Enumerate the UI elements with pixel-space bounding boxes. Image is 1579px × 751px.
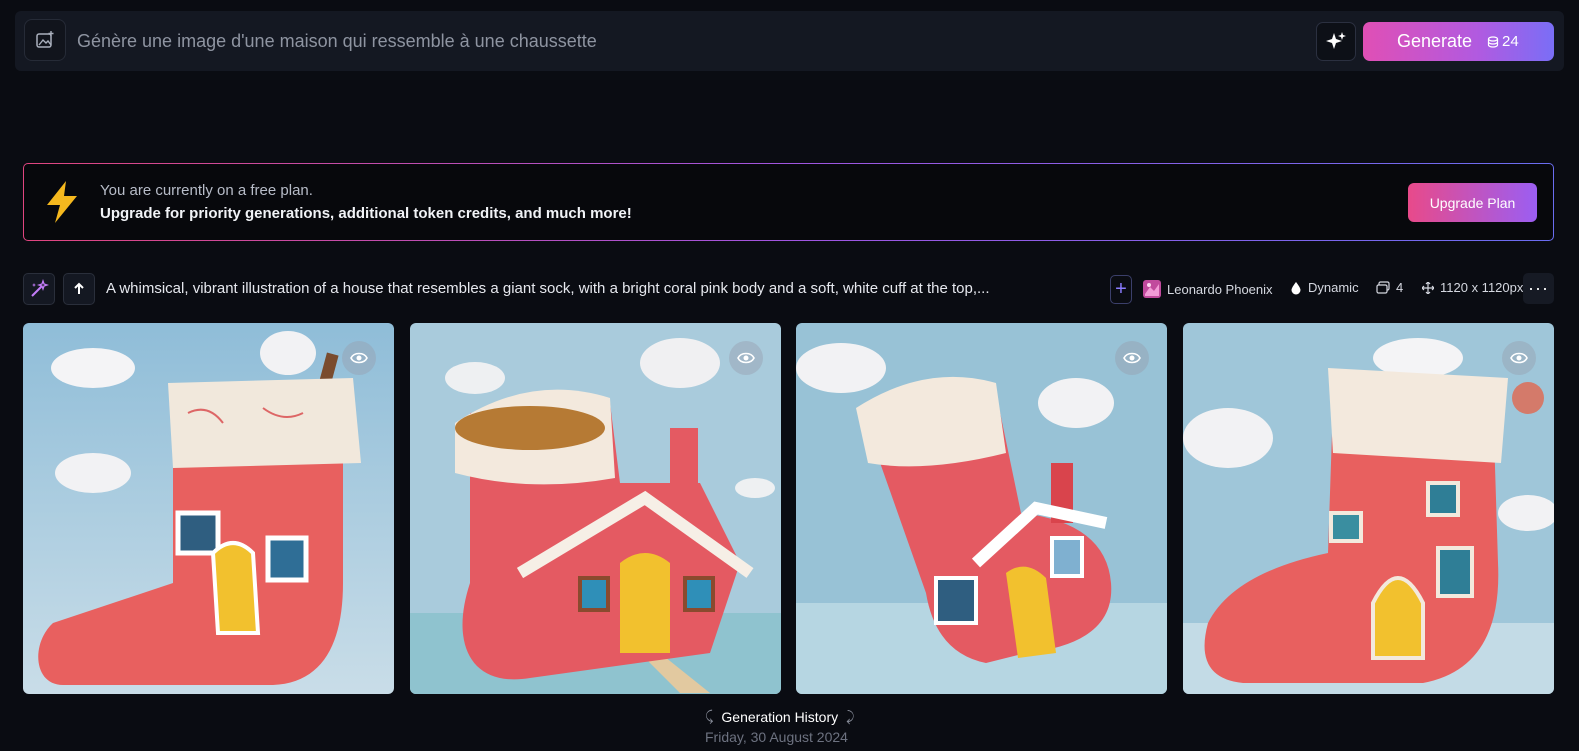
arrow-up-icon <box>74 282 84 294</box>
eye-icon <box>737 352 755 364</box>
sock-house-image <box>23 323 394 694</box>
image-guidance-button[interactable] <box>24 19 66 61</box>
model-thumbnail-icon <box>1143 280 1161 298</box>
view-image-button[interactable] <box>1115 341 1149 375</box>
more-options-button[interactable]: ··· <box>1523 273 1554 304</box>
generate-label: Generate <box>1397 31 1473 51</box>
lightning-bolt-icon <box>47 181 77 223</box>
generation-history-label: Generation History <box>721 708 839 725</box>
dimension-value: 1120 x 1120px <box>1440 280 1524 295</box>
sock-house-image <box>796 323 1167 694</box>
view-image-button[interactable] <box>342 341 376 375</box>
images-stack-icon <box>1376 280 1390 294</box>
dimension-info: 1120 x 1120px <box>1422 280 1523 295</box>
generated-image-3[interactable] <box>796 323 1167 694</box>
sock-house-image <box>410 323 781 694</box>
generation-history-toggle[interactable]: ⤹ Generation History ⤸ <box>705 708 855 725</box>
generated-image-1[interactable] <box>23 323 394 694</box>
model-info: Leonardo Phoenix <box>1143 280 1273 298</box>
style-info: Dynamic <box>1290 280 1359 295</box>
drop-icon <box>1291 281 1301 294</box>
generate-button[interactable]: Generate 24 <box>1363 22 1554 61</box>
curved-arrow-down-icon: ⤹ <box>705 708 714 724</box>
generated-image-4[interactable] <box>1183 323 1554 694</box>
upgrade-pitch: Upgrade for priority generations, additi… <box>100 205 632 222</box>
prompt-input[interactable] <box>75 25 1179 57</box>
prompt-bar: Generate 24 <box>15 11 1564 71</box>
upgrade-banner: You are currently on a free plan. Upgrad… <box>23 163 1554 241</box>
reuse-prompt-button[interactable] <box>63 273 95 305</box>
generated-image-2[interactable] <box>410 323 781 694</box>
view-image-button[interactable] <box>729 341 763 375</box>
add-prompt-button[interactable]: + <box>1110 275 1132 304</box>
token-cost: 24 <box>1487 33 1519 50</box>
style-name: Dynamic <box>1308 280 1359 295</box>
coins-icon <box>1487 35 1499 48</box>
prompt-enhance-button[interactable] <box>1316 22 1356 61</box>
generation-prompt: A whimsical, vibrant illustration of a h… <box>106 280 990 297</box>
free-plan-notice: You are currently on a free plan. <box>100 182 313 199</box>
eye-icon <box>1123 352 1141 364</box>
view-image-button[interactable] <box>1502 341 1536 375</box>
sparkle-icon <box>1326 31 1346 49</box>
move-arrows-icon <box>1422 281 1434 294</box>
generation-date: Friday, 30 August 2024 <box>705 729 848 745</box>
image-add-icon <box>36 31 54 48</box>
model-name: Leonardo Phoenix <box>1167 281 1273 297</box>
upgrade-plan-button[interactable]: Upgrade Plan <box>1408 183 1537 222</box>
magic-wand-icon <box>31 279 49 297</box>
token-cost-value: 24 <box>1502 33 1519 50</box>
sock-house-image <box>1183 323 1554 694</box>
image-count-info: 4 <box>1376 280 1403 295</box>
curved-arrow-down-icon: ⤸ <box>846 708 855 724</box>
eye-icon <box>350 352 368 364</box>
image-count: 4 <box>1396 280 1404 295</box>
remix-button[interactable] <box>23 273 55 305</box>
eye-icon <box>1510 352 1528 364</box>
